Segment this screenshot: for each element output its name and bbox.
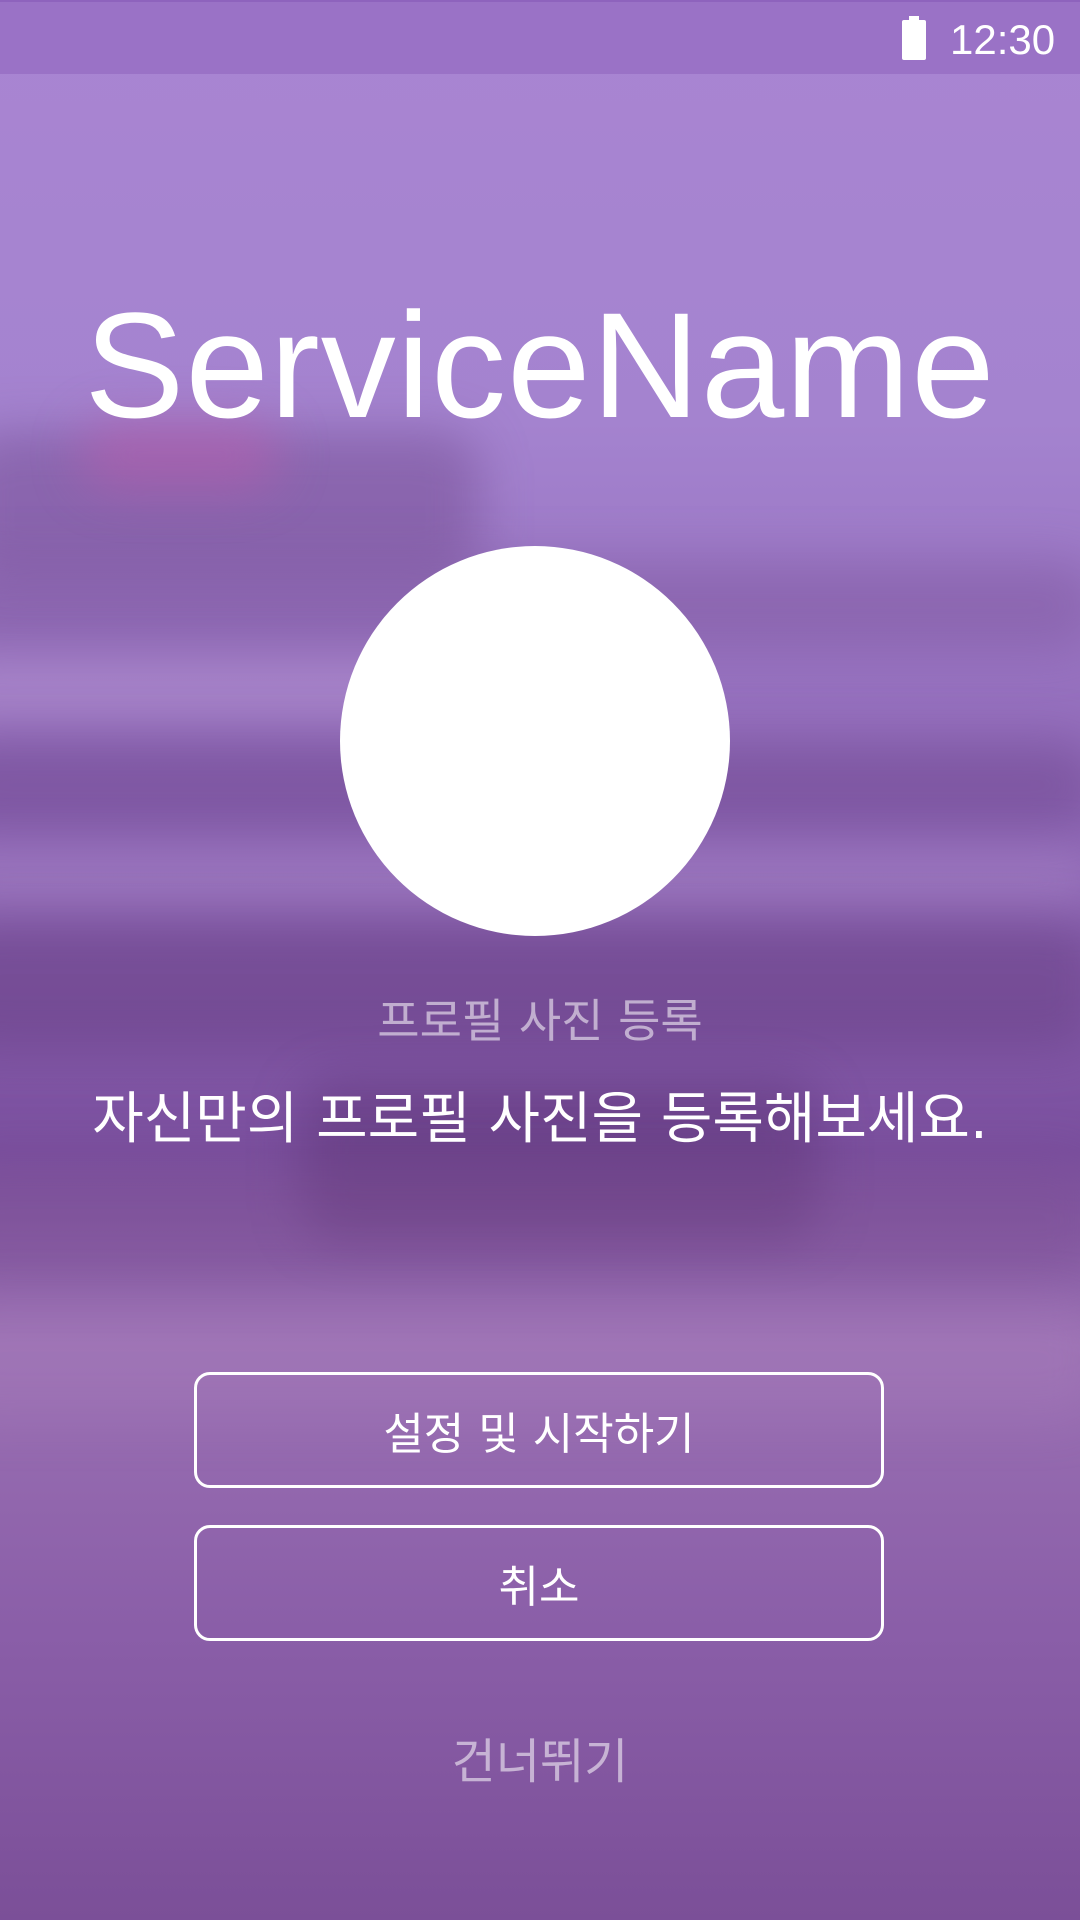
profile-photo-avatar[interactable] [340, 546, 730, 936]
start-button[interactable]: 설정 및 시작하기 [194, 1372, 884, 1488]
status-bar: 12:30 [0, 0, 1080, 74]
profile-photo-subtitle: 자신만의 프로필 사진을 등록해보세요. [92, 1087, 988, 1152]
profile-photo-caption: 프로필 사진 등록 [377, 994, 703, 1048]
skip-link[interactable]: 건너뛰기 [0, 1722, 1080, 1792]
battery-icon [902, 16, 926, 60]
status-time: 12:30 [950, 16, 1056, 63]
cancel-button[interactable]: 취소 [194, 1525, 884, 1641]
service-name-logo: ServiceName [84, 281, 996, 449]
